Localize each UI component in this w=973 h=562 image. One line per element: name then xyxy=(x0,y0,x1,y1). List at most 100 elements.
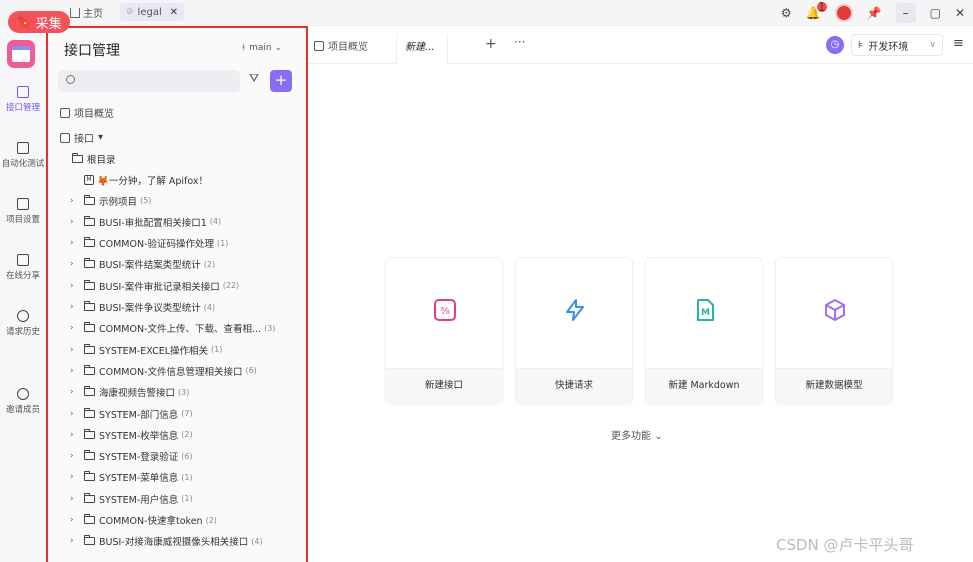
project-overview-item[interactable]: 项目概览 xyxy=(60,105,114,120)
folder-icon xyxy=(84,215,95,226)
branch-label: main xyxy=(249,43,272,53)
tree-folder-item[interactable]: › BUSI-案件争议类型统计 (4) xyxy=(70,297,215,318)
avatar[interactable] xyxy=(834,4,853,22)
svg-text:⅜: ⅜ xyxy=(440,306,450,317)
tree-folder-item[interactable]: › 示例项目 (5) xyxy=(70,190,151,211)
tree-folder-item[interactable]: › 海康视频告警接口 (3) xyxy=(70,382,189,403)
chevron-right-icon[interactable]: › xyxy=(70,217,78,227)
chevron-right-icon[interactable]: › xyxy=(70,494,78,504)
tab-new[interactable]: 新建... xyxy=(405,38,435,53)
tree-folder-item[interactable]: › SYSTEM-EXCEL操作相关 (1) xyxy=(70,339,222,360)
chevron-right-icon[interactable]: › xyxy=(70,238,78,248)
tree-folder-item[interactable]: › SYSTEM-部门信息 (7) xyxy=(70,403,193,424)
folder-icon xyxy=(84,535,95,546)
more-tabs-button[interactable]: ··· xyxy=(514,35,525,49)
folder-label: BUSI-对接海康威视摄像头相关接口 xyxy=(99,537,249,549)
tree-folder-item[interactable]: › COMMON-快速拿token (2) xyxy=(70,510,217,531)
tree-folder-item[interactable]: › SYSTEM-用户信息 (1) xyxy=(70,488,193,509)
pin-icon[interactable]: 📌 xyxy=(867,6,882,20)
environment-selector[interactable]: ⊧ 开发环境 ∨ xyxy=(851,34,943,56)
env-status-icon[interactable]: ◷ xyxy=(826,36,844,54)
settings-icon[interactable]: ⚙ xyxy=(781,6,792,20)
chevron-right-icon[interactable]: › xyxy=(70,451,78,461)
api-root-item[interactable]: 接口 ▾ xyxy=(60,130,103,145)
chevron-right-icon[interactable]: › xyxy=(70,345,78,355)
chevron-right-icon[interactable]: › xyxy=(70,430,78,440)
intro-doc-label: 🦊一分钟，了解 Apifox！ xyxy=(97,175,209,187)
rail-item-api-management[interactable]: 接口管理 xyxy=(0,86,46,113)
folder-count: (5) xyxy=(140,196,152,205)
chevron-right-icon[interactable]: › xyxy=(70,536,78,546)
folder-count: (1) xyxy=(211,345,223,355)
link-icon: ⊘ xyxy=(126,7,134,17)
chevron-right-icon[interactable]: › xyxy=(70,196,78,206)
folder-label: SYSTEM-用户信息 xyxy=(99,494,179,506)
tree-folder-item[interactable]: › BUSI-对接海康威视摄像头相关接口 (4) xyxy=(70,531,263,552)
search-input[interactable] xyxy=(58,70,240,92)
tree-folder-item[interactable]: › BUSI-审批配置相关接口1 (4) xyxy=(70,211,221,232)
tree-folder-item[interactable]: › SYSTEM-菜单信息 (1) xyxy=(70,467,193,488)
bookmark-icon: 🔖 xyxy=(16,14,33,30)
markdown-doc-icon: M xyxy=(84,174,94,185)
tree-intro-doc[interactable]: M 🦊一分钟，了解 Apifox！ xyxy=(84,169,208,190)
folder-count: (1) xyxy=(181,472,193,482)
collect-badge[interactable]: 🔖 采集 xyxy=(8,11,70,33)
cube-icon xyxy=(825,299,845,321)
more-features-link[interactable]: 更多功能 ⌄ xyxy=(611,427,663,442)
tree-folder-item[interactable]: › SYSTEM-枚举信息 (2) xyxy=(70,424,193,445)
chevron-right-icon[interactable]: › xyxy=(70,323,78,333)
folder-label: SYSTEM-登录验证 xyxy=(99,452,179,464)
folder-label: SYSTEM-部门信息 xyxy=(99,409,179,421)
tree-folder-item[interactable]: › BUSI-案件审批记录相关接口 (22) xyxy=(70,275,239,296)
add-button[interactable]: + xyxy=(270,70,292,92)
chevron-right-icon[interactable]: › xyxy=(70,387,78,397)
minimize-button[interactable]: – xyxy=(895,3,916,23)
card-new-api[interactable]: ⅜ 新建接口 xyxy=(385,257,503,405)
sidebar-title: 接口管理 xyxy=(64,43,120,59)
filter-icon[interactable]: ⛛ xyxy=(246,71,262,91)
branch-selector[interactable]: ᚼ main ⌄ xyxy=(241,43,282,53)
rail-item-share[interactable]: 在线分享 xyxy=(0,254,46,281)
project-tab-legal[interactable]: ⊘ legal ✕ xyxy=(120,3,184,21)
notification-bell-icon[interactable]: 🔔 1 xyxy=(806,0,827,20)
close-window-button[interactable]: ✕ xyxy=(955,6,965,20)
close-tab-icon[interactable]: ✕ xyxy=(170,7,178,18)
chevron-right-icon[interactable]: › xyxy=(70,281,78,291)
tree-folder-item[interactable]: › BUSI-案件结案类型统计 (2) xyxy=(70,254,215,275)
home-tab[interactable]: 主页 xyxy=(70,5,103,20)
tree-root-dir[interactable]: 根目录 xyxy=(72,148,116,169)
automation-icon xyxy=(17,142,29,154)
folder-icon xyxy=(84,450,95,461)
folder-count: (1) xyxy=(217,238,229,248)
chevron-right-icon[interactable]: › xyxy=(70,472,78,482)
watermark: CSDN @卢卡平头哥 xyxy=(776,536,914,554)
maximize-button[interactable]: ▢ xyxy=(930,6,941,20)
tree-folder-item[interactable]: › COMMON-文件上传、下载、查看相... (3) xyxy=(70,318,275,339)
tree-folder-item[interactable]: › COMMON-验证码操作处理 (1) xyxy=(70,233,228,254)
folder-icon xyxy=(84,322,95,333)
api-root-label: 接口 xyxy=(74,134,94,145)
menu-icon[interactable]: ≡ xyxy=(953,36,964,51)
folder-icon xyxy=(84,514,95,524)
tree-folder-item[interactable]: › COMMON-文件信息管理相关接口 (6) xyxy=(70,360,257,381)
card-new-data-model[interactable]: 新建数据模型 xyxy=(775,257,893,405)
rail-item-history[interactable]: 请求历史 xyxy=(0,310,46,337)
chevron-right-icon[interactable]: › xyxy=(70,515,78,525)
chevron-right-icon[interactable]: › xyxy=(70,259,78,269)
folder-count: (2) xyxy=(181,430,193,440)
card-quick-request[interactable]: 快捷请求 xyxy=(515,257,633,405)
overview-label: 项目概览 xyxy=(74,109,114,120)
app-logo[interactable] xyxy=(7,40,35,68)
chevron-right-icon[interactable]: › xyxy=(70,302,78,312)
folder-label: SYSTEM-枚举信息 xyxy=(99,430,179,442)
chevron-right-icon[interactable]: › xyxy=(70,409,78,419)
rail-item-automation[interactable]: 自动化测试 xyxy=(0,142,46,169)
tree-folder-item[interactable]: › SYSTEM-登录验证 (6) xyxy=(70,446,193,467)
folder-icon xyxy=(84,386,95,397)
add-tab-button[interactable]: + xyxy=(485,36,497,52)
tab-project-overview[interactable]: 项目概览 xyxy=(314,38,368,53)
rail-item-invite[interactable]: 邀请成员 xyxy=(0,388,46,415)
chevron-right-icon[interactable]: › xyxy=(70,366,78,376)
rail-item-project-settings[interactable]: 项目设置 xyxy=(0,198,46,225)
card-new-markdown[interactable]: M 新建 Markdown xyxy=(645,257,763,405)
